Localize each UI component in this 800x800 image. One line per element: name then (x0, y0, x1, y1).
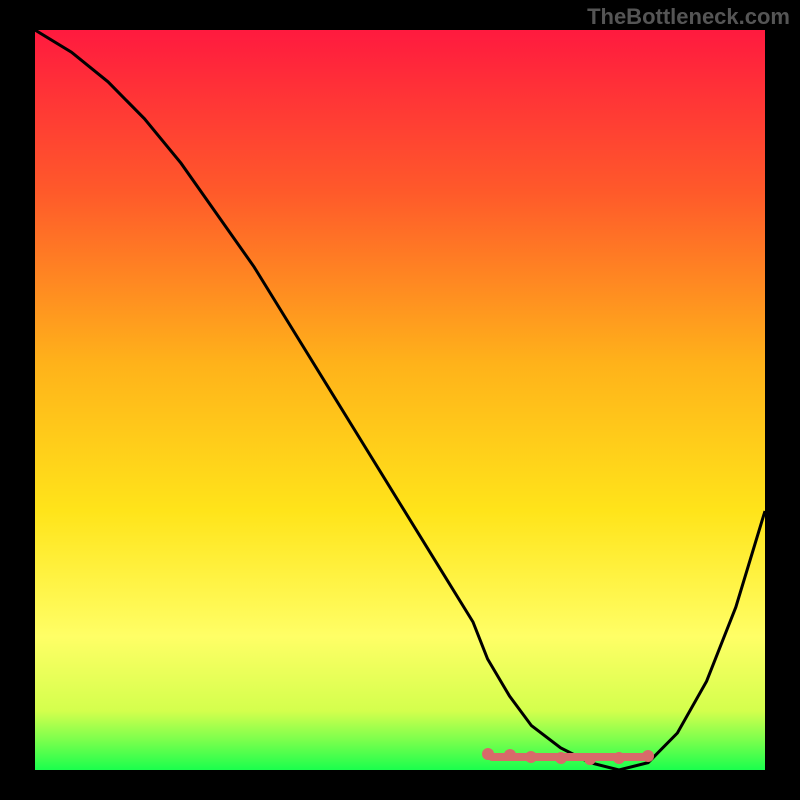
marker-dot (613, 752, 625, 764)
marker-dot (504, 749, 516, 761)
marker-dot (525, 751, 537, 763)
marker-dot (584, 753, 596, 765)
marker-dot (482, 748, 494, 760)
marker-dot (555, 752, 567, 764)
plot-area (35, 30, 765, 770)
watermark-text: TheBottleneck.com (587, 4, 790, 30)
bottleneck-curve (35, 30, 765, 770)
marker-dot (642, 750, 654, 762)
